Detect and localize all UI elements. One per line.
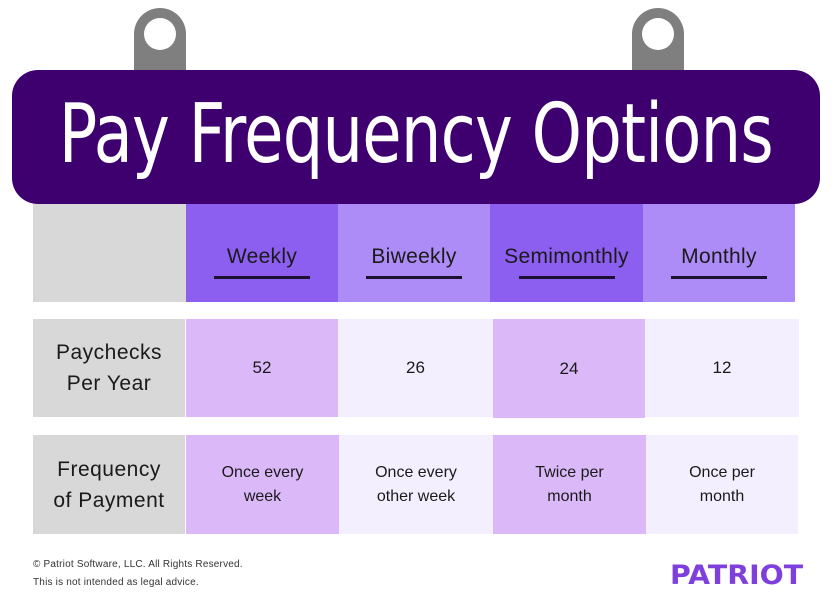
cell-text-line: week: [243, 487, 282, 505]
column-header-weekly: Weekly: [186, 204, 338, 302]
frequency-weekly-cell: Once every week: [186, 435, 339, 534]
column-header-label: Weekly: [226, 245, 298, 268]
hanger-tab-left: [134, 8, 186, 72]
hanger-hole: [642, 18, 674, 50]
paychecks-biweekly-cell: 26: [338, 319, 493, 417]
frequency-monthly-cell: Once per month: [646, 435, 798, 534]
patriot-logo: PATRIOT: [670, 560, 804, 591]
header-empty-cell: [33, 204, 186, 302]
paychecks-monthly-cell: 12: [645, 319, 799, 417]
row-label-paychecks-per-year: Paychecks Per Year: [33, 319, 185, 417]
row-label-frequency-of-payment: Frequency of Payment: [33, 435, 185, 534]
column-header-semimonthly: Semimonthly: [490, 204, 643, 302]
paychecks-semimonthly-cell: 24: [493, 319, 645, 418]
cell-text-line: Once per: [689, 463, 755, 481]
title-banner: Pay Frequency Options: [12, 70, 820, 204]
column-header-label: Biweekly: [371, 245, 457, 268]
frequency-semimonthly-cell: Twice per month: [493, 435, 646, 534]
column-header-label: Semimonthly: [504, 245, 629, 268]
paychecks-weekly-cell: 52: [186, 319, 338, 417]
header-underline: [671, 276, 767, 279]
cell-text-line: Once every: [221, 463, 304, 481]
row-label-line: Per Year: [66, 372, 152, 395]
cell-text-line: other week: [376, 487, 456, 505]
header-underline: [518, 276, 615, 279]
row-label-line: Frequency: [57, 457, 161, 481]
hanger-hole: [144, 18, 176, 50]
cell-text-line: Once every: [375, 463, 457, 481]
row-label-line: of Payment: [53, 488, 165, 512]
disclaimer-text: This is not intended as legal advice.: [33, 577, 199, 588]
header-underline: [366, 276, 462, 279]
column-header-label: Monthly: [681, 245, 757, 268]
cell-text-line: month: [547, 487, 592, 505]
row-label-line: Paychecks: [55, 341, 163, 364]
cell-text-line: month: [699, 487, 745, 505]
page-title: Pay Frequency Options: [58, 87, 774, 182]
hanger-tab-right: [632, 8, 684, 72]
cell-text-line: Twice per: [535, 463, 604, 481]
header-underline: [214, 276, 310, 279]
copyright-text: © Patriot Software, LLC. All Rights Rese…: [33, 559, 243, 570]
column-header-biweekly: Biweekly: [338, 204, 490, 302]
column-header-monthly: Monthly: [643, 204, 795, 302]
frequency-biweekly-cell: Once every other week: [339, 435, 493, 534]
